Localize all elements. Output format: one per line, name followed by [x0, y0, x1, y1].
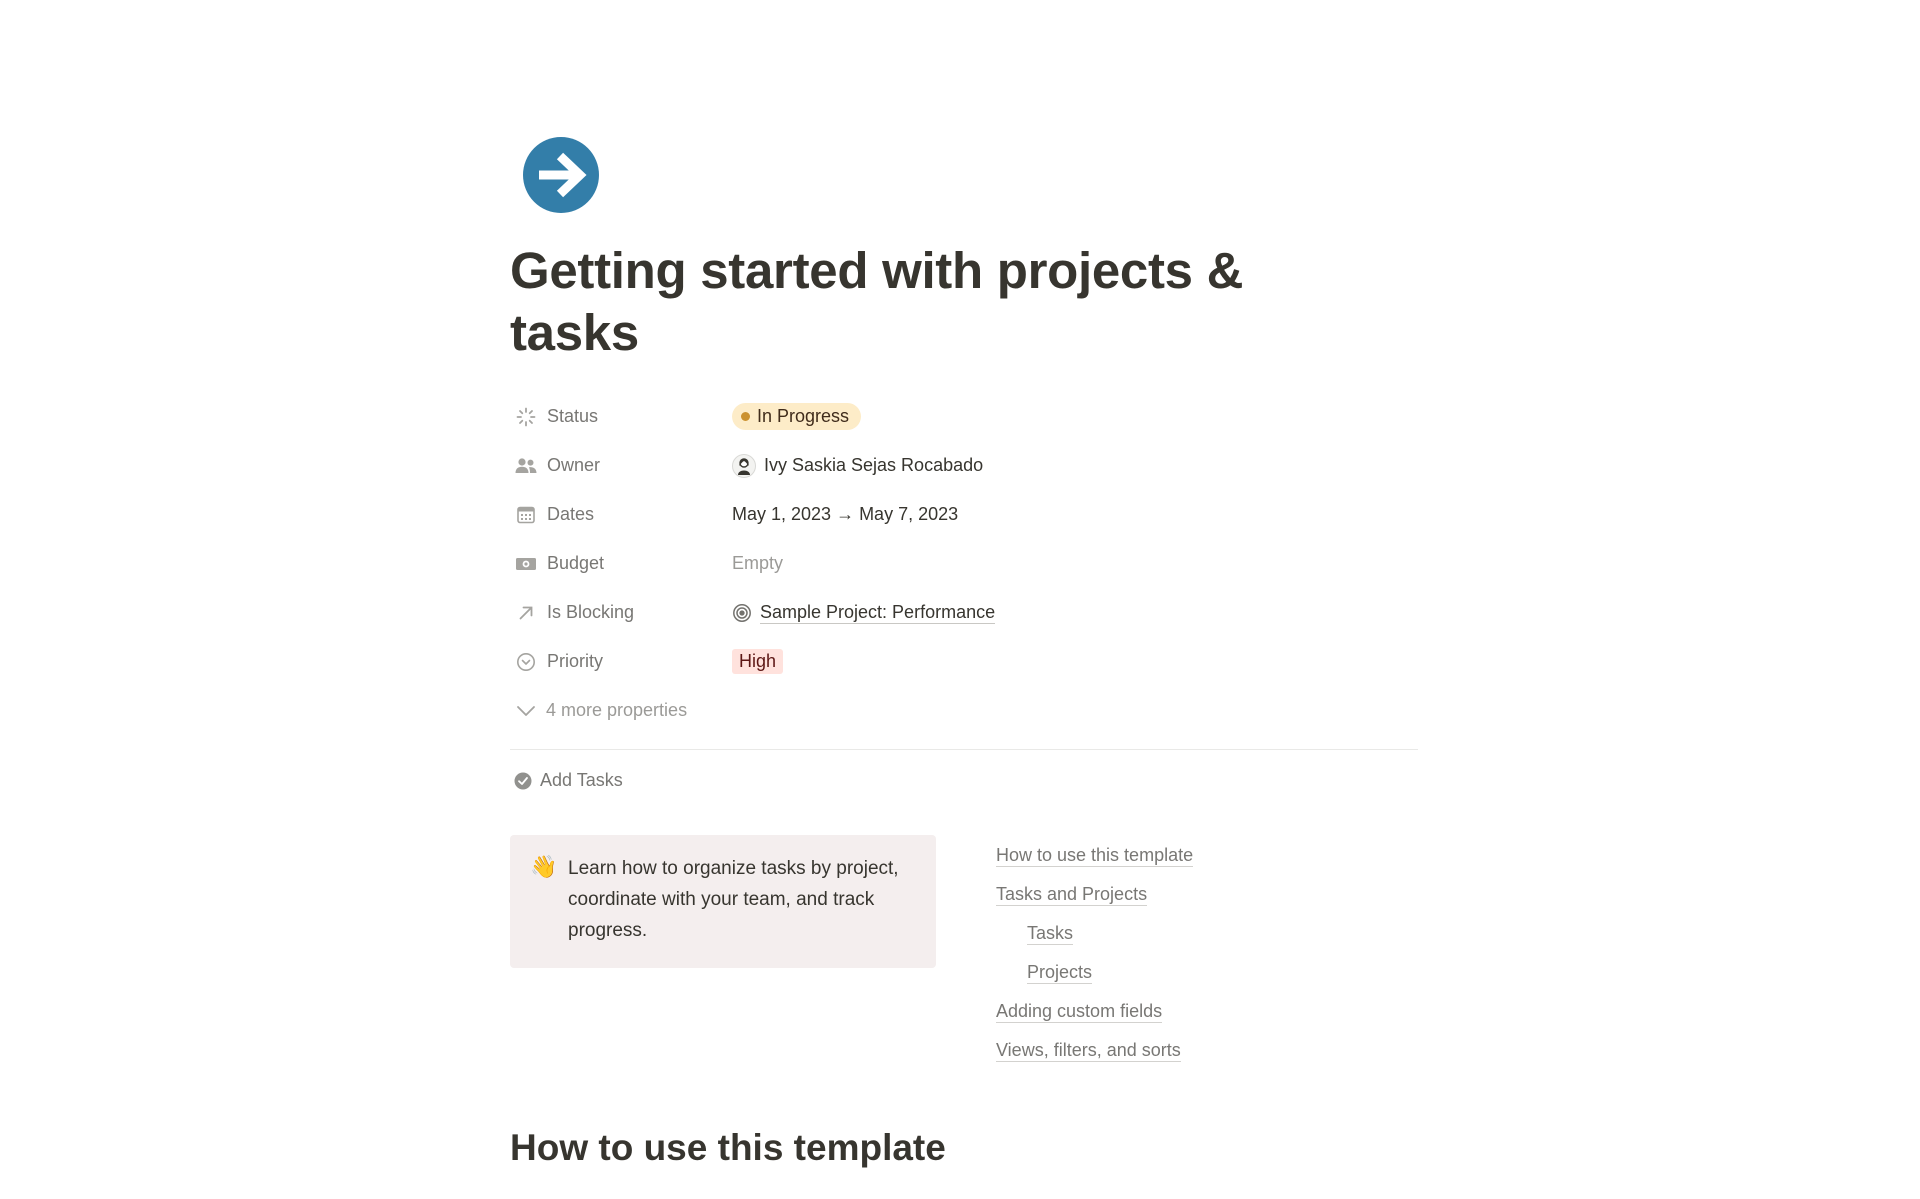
- property-value[interactable]: May 1, 2023 → May 7, 2023: [732, 504, 958, 525]
- toc-link[interactable]: Tasks: [1027, 922, 1074, 945]
- toc-item[interactable]: Views, filters, and sorts: [996, 1031, 1416, 1070]
- callout-text[interactable]: Learn how to organize tasks by project, …: [568, 853, 916, 950]
- property-owner[interactable]: Owner Ivy Saskia Sejas Rocabado: [510, 441, 1410, 490]
- waving-hand-icon[interactable]: 👋: [530, 853, 568, 950]
- property-label: Priority: [547, 651, 604, 671]
- notion-page: Getting started with projects & tasks St…: [0, 0, 1920, 1199]
- status-dot: [741, 412, 750, 421]
- status-badge[interactable]: In Progress: [732, 403, 862, 430]
- priority-chevron-icon: [514, 650, 538, 674]
- status-value: In Progress: [757, 406, 850, 426]
- page-title[interactable]: Getting started with projects & tasks: [510, 240, 1330, 364]
- people-icon: [514, 454, 538, 478]
- section-heading[interactable]: How to use this template: [510, 1127, 946, 1169]
- more-properties-toggle[interactable]: 4 more properties: [510, 686, 1410, 735]
- status-spinner-icon: [514, 405, 538, 429]
- target-icon: [732, 603, 752, 623]
- money-icon: [514, 552, 538, 576]
- property-key[interactable]: Dates: [510, 503, 732, 527]
- property-label: Is Blocking: [547, 602, 635, 622]
- calendar-icon: [514, 503, 538, 527]
- property-is-blocking[interactable]: Is Blocking Sample Project: Performance: [510, 588, 1410, 637]
- add-tasks-button[interactable]: Add Tasks: [514, 770, 623, 791]
- toc-link[interactable]: Projects: [1027, 961, 1093, 984]
- property-status[interactable]: Status In Progress: [510, 392, 1410, 441]
- property-label: Budget: [547, 553, 605, 573]
- property-value[interactable]: Ivy Saskia Sejas Rocabado: [732, 453, 984, 478]
- divider: [510, 749, 1418, 750]
- property-label: Status: [547, 406, 599, 426]
- toc-link[interactable]: How to use this template: [996, 844, 1194, 867]
- relation-link[interactable]: Sample Project: Performance: [732, 601, 996, 624]
- relation-label: Sample Project: Performance: [760, 602, 996, 624]
- property-label: Owner: [547, 455, 601, 475]
- toc-item[interactable]: Tasks and Projects: [996, 875, 1416, 914]
- table-of-contents: How to use this template Tasks and Proje…: [996, 836, 1416, 1070]
- owner-name: Ivy Saskia Sejas Rocabado: [764, 455, 984, 475]
- add-tasks-label: Add Tasks: [540, 770, 623, 790]
- toc-item[interactable]: Adding custom fields: [996, 992, 1416, 1031]
- property-label: Dates: [547, 504, 595, 524]
- arrow-right-circle-icon[interactable]: [522, 136, 600, 214]
- toc-item[interactable]: Projects: [996, 953, 1416, 992]
- check-circle-icon: [514, 772, 532, 790]
- property-key[interactable]: Is Blocking: [510, 601, 732, 625]
- toc-link[interactable]: Tasks and Projects: [996, 883, 1148, 906]
- toc-link[interactable]: Views, filters, and sorts: [996, 1039, 1181, 1062]
- property-priority[interactable]: Priority High: [510, 637, 1410, 686]
- toc-item[interactable]: Tasks: [996, 914, 1416, 953]
- budget-empty: Empty: [732, 553, 784, 573]
- callout-block[interactable]: 👋 Learn how to organize tasks by project…: [510, 835, 936, 968]
- properties-panel: Status In Progress Owner Ivy Saskia Seja…: [510, 392, 1410, 735]
- avatar[interactable]: [732, 453, 756, 478]
- arrow-up-right-icon: [514, 601, 538, 625]
- property-key[interactable]: Priority: [510, 650, 732, 674]
- property-dates[interactable]: Dates May 1, 2023 → May 7, 2023: [510, 490, 1410, 539]
- property-value[interactable]: Sample Project: Performance: [732, 601, 996, 624]
- property-budget[interactable]: Budget Empty: [510, 539, 1410, 588]
- property-value[interactable]: Empty: [732, 553, 783, 574]
- property-key[interactable]: Status: [510, 405, 732, 429]
- toc-link[interactable]: Adding custom fields: [996, 1000, 1163, 1023]
- property-key[interactable]: Owner: [510, 454, 732, 478]
- chevron-down-icon: [514, 699, 538, 723]
- toc-item[interactable]: How to use this template: [996, 836, 1416, 875]
- priority-badge[interactable]: High: [732, 649, 784, 674]
- property-value[interactable]: High: [732, 649, 784, 674]
- property-key[interactable]: Budget: [510, 552, 732, 576]
- more-properties-label: 4 more properties: [546, 700, 688, 720]
- date-range: May 1, 2023 → May 7, 2023: [732, 504, 959, 524]
- property-value[interactable]: In Progress: [732, 403, 862, 430]
